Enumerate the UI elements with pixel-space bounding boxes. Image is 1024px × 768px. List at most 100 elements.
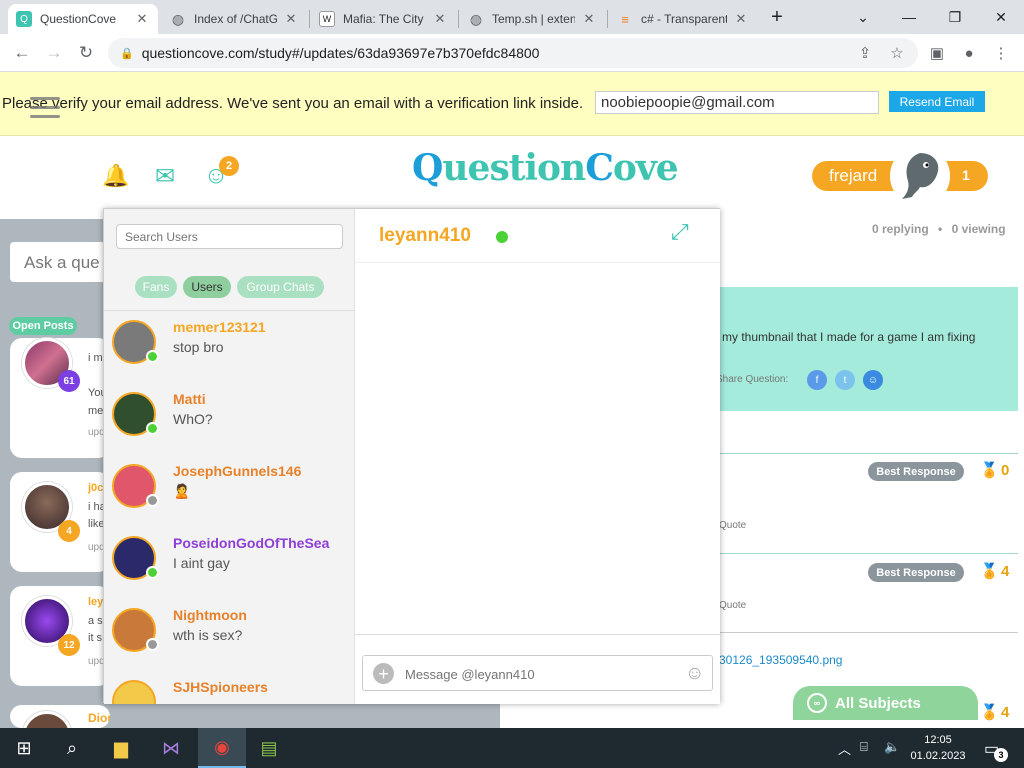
close-icon[interactable]: ✕ — [283, 11, 299, 27]
status-dot — [146, 638, 159, 651]
post-snippet: it s — [88, 632, 103, 644]
quote-link[interactable]: Quote — [719, 520, 746, 531]
search-users-input[interactable] — [116, 224, 343, 249]
back-arrow-icon[interactable]: ← — [9, 40, 35, 66]
post-count-badge: 61 — [58, 370, 80, 392]
emoji-icon[interactable]: ☺ — [685, 663, 704, 685]
user-menu[interactable]: frejard 1 — [812, 146, 988, 206]
tab-group-chats[interactable]: Group Chats — [237, 276, 324, 298]
status-dot — [146, 350, 159, 363]
chat-user-row[interactable]: JosephGunnels146 🙎 — [104, 457, 354, 529]
hamburger-menu-icon[interactable] — [30, 97, 60, 119]
best-response-button[interactable]: Best Response — [868, 563, 964, 582]
maximize-button[interactable]: ❐ — [932, 0, 978, 34]
address-bar[interactable]: 🔒 questioncove.com/study#/updates/63da93… — [108, 38, 918, 68]
resend-email-button[interactable]: Resend Email — [889, 91, 985, 112]
bookmark-star-icon[interactable]: ☆ — [884, 40, 910, 66]
medal-icon[interactable]: 🏅 — [980, 703, 999, 721]
post-snippet: i m — [88, 352, 103, 364]
close-icon[interactable]: ✕ — [134, 11, 150, 27]
chat-partner-name[interactable]: leyann410 — [379, 225, 471, 247]
network-icon[interactable]: ⌸ — [860, 739, 868, 755]
tab-title: QuestionCove — [40, 12, 117, 26]
expand-icon[interactable]: ⤢ — [671, 219, 689, 245]
tab-questioncove[interactable]: Q QuestionCove ✕ — [8, 4, 158, 34]
new-tab-button[interactable]: + — [762, 0, 792, 34]
chat-user-name: Matti — [173, 391, 206, 407]
search-icon[interactable]: ⌕ — [48, 728, 96, 768]
list-item[interactable]: 4 j0c i ha like upd — [10, 472, 110, 572]
separator-dot: • — [938, 222, 943, 236]
question-body: my thumbnail that I made for a game I am… — [716, 287, 1018, 411]
share-user-icon[interactable]: ☺ — [863, 370, 883, 390]
chat-user-row[interactable]: PoseidonGodOfTheSea I aint gay — [104, 529, 354, 601]
email-field[interactable] — [595, 91, 879, 114]
reload-icon[interactable]: ↻ — [73, 40, 99, 66]
chat-user-name: Nightmoon — [173, 607, 247, 623]
share-label: Share Question: — [716, 374, 789, 385]
close-icon[interactable]: ✕ — [432, 11, 448, 27]
tab-search-icon[interactable]: ⌄ — [840, 0, 886, 34]
medal-icon[interactable]: 🏅 — [980, 461, 999, 479]
divider — [719, 553, 1018, 554]
message-input[interactable] — [405, 664, 665, 684]
chat-last-message: 🙎 — [173, 483, 191, 499]
list-item[interactable]: 61 i m You me upd — [10, 338, 110, 458]
tab-title: c# - Transparent — [641, 12, 727, 26]
file-explorer-icon[interactable]: ▆ — [97, 728, 145, 768]
all-subjects-button[interactable]: ∞ All Subjects — [793, 686, 978, 720]
close-icon[interactable]: ✕ — [581, 11, 597, 27]
tab-stackoverflow[interactable]: ≡ c# - Transparent ✕ — [609, 4, 757, 34]
share-icon[interactable]: ⇪ — [852, 40, 878, 66]
tab-mafia[interactable]: W Mafia: The City ✕ — [311, 4, 456, 34]
mail-icon[interactable]: ✉ — [152, 163, 178, 190]
avatar — [890, 146, 950, 206]
browser-toolbar: ← → ↻ 🔒 questioncove.com/study#/updates/… — [0, 34, 1024, 72]
tab-title: Temp.sh | exten — [492, 12, 575, 26]
list-item[interactable]: 12 ley a s it s upd — [10, 586, 110, 686]
best-response-button[interactable]: Best Response — [868, 462, 964, 481]
visual-studio-icon[interactable]: ⋈ — [147, 728, 195, 768]
divider — [355, 634, 720, 635]
close-icon[interactable]: ✕ — [733, 11, 749, 27]
chat-user-row[interactable]: Nightmoon wth is sex? — [104, 601, 354, 673]
question-text: my thumbnail that I made for a game I am… — [722, 330, 976, 344]
tab-fans[interactable]: Fans — [135, 276, 177, 298]
menu-kebab-icon[interactable]: ⋮ — [988, 40, 1014, 66]
window-close-button[interactable]: ✕ — [978, 0, 1024, 34]
open-posts-tab[interactable]: Open Posts — [9, 317, 77, 335]
add-attachment-icon[interactable]: + — [373, 663, 394, 684]
windows-start-icon[interactable]: ⊞ — [0, 728, 48, 768]
system-clock[interactable]: 12:05 01.02.2023 — [906, 732, 970, 764]
divider — [104, 310, 354, 311]
status-dot — [146, 566, 159, 579]
verify-message: Please verify your email address. We've … — [2, 95, 584, 112]
chat-user-row[interactable]: SJHSpioneers — [104, 673, 354, 704]
bell-icon[interactable]: 🔔 — [102, 163, 129, 189]
list-item[interactable]: DiorO — [10, 705, 110, 728]
facebook-icon[interactable]: f — [807, 370, 827, 390]
forward-arrow-icon[interactable]: → — [41, 40, 67, 66]
tab-index-chatg[interactable]: ◍ Index of /ChatG ✕ — [162, 4, 307, 34]
medal-icon[interactable]: 🏅 — [980, 562, 999, 580]
tray-chevron-icon[interactable]: ︿ — [838, 739, 851, 758]
notepad-icon[interactable]: ▤ — [245, 728, 293, 768]
post-count-badge: 12 — [58, 634, 80, 656]
chat-user-row[interactable]: Matti WhO? — [104, 385, 354, 457]
quote-link[interactable]: Quote — [719, 600, 746, 611]
clock-time: 12:05 — [924, 734, 952, 746]
minimize-button[interactable]: — — [886, 0, 932, 34]
questioncove-logo[interactable]: QuestionCove — [412, 147, 679, 189]
tab-temp-sh[interactable]: ◍ Temp.sh | exten ✕ — [460, 4, 605, 34]
tab-users[interactable]: Users — [183, 276, 231, 298]
chat-user-row[interactable]: memer123121 stop bro — [104, 313, 354, 385]
volume-icon[interactable]: 🔈 — [884, 739, 900, 755]
chrome-icon[interactable]: ◉ — [198, 728, 246, 768]
profile-icon[interactable]: ● — [956, 40, 982, 66]
twitter-icon[interactable]: t — [835, 370, 855, 390]
online-status-dot — [496, 231, 508, 243]
tab-separator — [458, 10, 459, 28]
side-panel-icon[interactable]: ▣ — [924, 40, 950, 66]
chat-user-list: Fans Users Group Chats memer123121 stop b… — [104, 209, 355, 704]
attachment-link[interactable]: 30126_193509540.png — [719, 653, 842, 667]
